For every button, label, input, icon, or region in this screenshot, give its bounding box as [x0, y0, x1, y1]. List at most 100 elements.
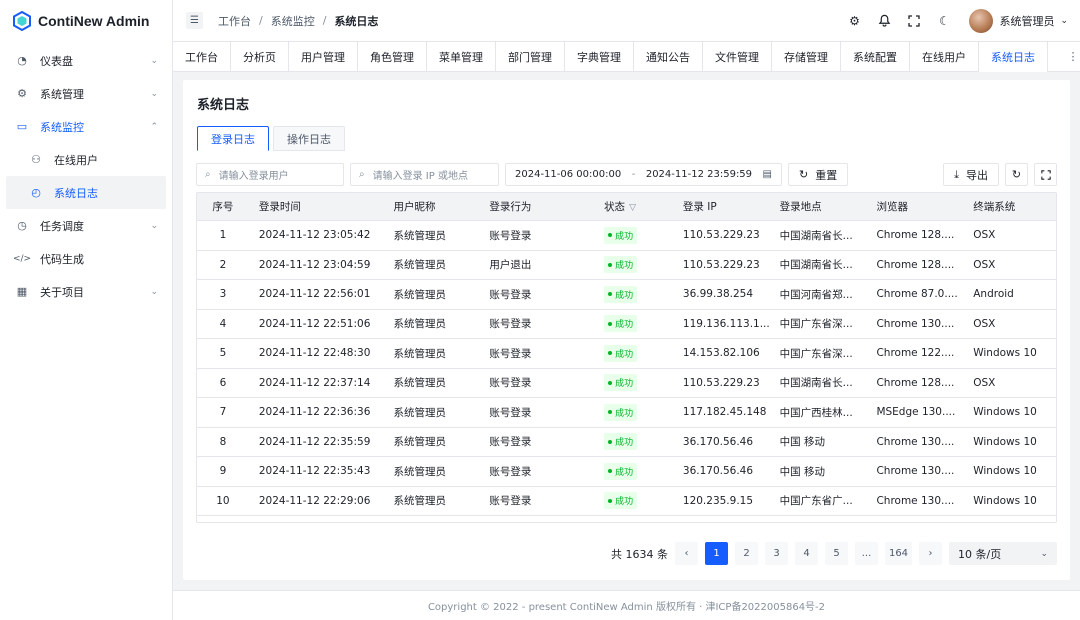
search-ip-input[interactable]: ⌕ 请输入登录 IP 或地点	[350, 163, 499, 186]
filter-toolbar: ⌕ 请输入登录用户 ⌕ 请输入登录 IP 或地点 2024-11-06 00:0…	[196, 163, 1057, 186]
tab-workbench[interactable]: 工作台	[173, 41, 231, 72]
column-header: 终端系统	[973, 201, 1016, 213]
history-icon: ◴	[31, 186, 41, 199]
table-row[interactable]: 10 2024-11-12 22:29:06 系统管理员 账号登录 成功 120.235.…	[197, 487, 1056, 516]
more-icon[interactable]: ⋮	[1066, 50, 1080, 63]
status-text: 成功	[615, 261, 634, 272]
page-button[interactable]: 3	[765, 542, 788, 565]
filter-icon[interactable]: ▽	[629, 203, 636, 213]
refresh-button[interactable]: ↻	[1005, 163, 1028, 186]
export-button[interactable]: ⤓ 导出	[943, 163, 999, 186]
tab-files[interactable]: 文件管理	[703, 41, 772, 72]
collapse-menu-button[interactable]: ☰	[186, 12, 203, 29]
tab-dictionary[interactable]: 字典管理	[565, 41, 634, 72]
top-header: ☰ 工作台 / 系统监控 / 系统日志 ⚙ ☾ 系统管理员 ⌄	[173, 0, 1080, 42]
pagination: 共 1634 条 ‹ 1 2 3 4 5 ... 164 › 10 条/页 ⌄	[611, 542, 1057, 565]
tab-menus[interactable]: 菜单管理	[427, 41, 496, 72]
table-cell: 成功	[594, 285, 673, 303]
tab-users[interactable]: 用户管理	[289, 41, 358, 72]
table-cell: 中国 移动	[779, 436, 826, 449]
sidebar-item-label: 任务调度	[40, 219, 84, 233]
fullscreen-icon[interactable]	[907, 14, 921, 28]
page-button[interactable]: 164	[885, 542, 912, 565]
page-title: 系统日志	[197, 98, 250, 113]
tab-login-log[interactable]: 登录日志	[197, 126, 269, 151]
breadcrumb-item[interactable]: 系统监控	[271, 13, 315, 29]
table-cell: 系统管理员	[393, 347, 447, 360]
table-row[interactable]: 4 2024-11-12 22:51:06 系统管理员 账号登录 成功 119.136.1…	[197, 310, 1056, 339]
table-cell: 账号登录	[489, 288, 532, 301]
tab-system-log[interactable]: 系统日志	[979, 41, 1048, 72]
fullscreen-button[interactable]	[1034, 163, 1057, 186]
table-row[interactable]: 9 2024-11-12 22:35:43 系统管理员 账号登录 成功 36.170.56…	[197, 457, 1056, 487]
sidebar-item-label: 系统监控	[40, 120, 84, 134]
tab-notices[interactable]: 通知公告	[634, 41, 703, 72]
page-button[interactable]: 5	[825, 542, 848, 565]
app-logo[interactable]: ContiNew Admin	[0, 0, 172, 42]
table-cell: 中国广西桂林...	[779, 406, 853, 419]
column-header: 登录 IP	[682, 201, 717, 213]
next-page-button[interactable]: ›	[919, 542, 942, 565]
range-end: 2024-11-12 23:59:59	[645, 169, 753, 180]
tab-operation-log[interactable]: 操作日志	[273, 126, 345, 151]
table-cell: 36.170.56.46	[682, 465, 754, 478]
search-user-input[interactable]: ⌕ 请输入登录用户	[196, 163, 344, 186]
tab-departments[interactable]: 部门管理	[496, 41, 565, 72]
page-button[interactable]: 4	[795, 542, 818, 565]
table-row[interactable]: 2 2024-11-12 23:04:59 系统管理员 用户退出 成功 110.53.22…	[197, 251, 1056, 280]
reset-button[interactable]: ↻ 重置	[788, 163, 849, 186]
table-row[interactable]: 5 2024-11-12 22:48:30 系统管理员 账号登录 成功 14.153.82…	[197, 339, 1056, 369]
page-button[interactable]: 2	[735, 542, 758, 565]
page-size-select[interactable]: 10 条/页 ⌄	[949, 542, 1057, 565]
table-row[interactable]: 7 2024-11-12 22:36:36 系统管理员 账号登录 成功 117.182.4…	[197, 398, 1056, 428]
sidebar-item-schedule[interactable]: ◷ 任务调度 ⌄	[0, 209, 172, 242]
table-cell: Windows 10	[973, 406, 1037, 419]
date-range-picker[interactable]: 2024-11-06 00:00:00 - 2024-11-12 23:59:5…	[505, 163, 782, 186]
table-row[interactable]: 1 2024-11-12 23:05:42 系统管理员 账号登录 成功 110.53.22…	[197, 221, 1056, 251]
table-cell: 成功	[594, 433, 673, 451]
tab-storage[interactable]: 存储管理	[772, 41, 841, 72]
page-ellipsis[interactable]: ...	[855, 542, 878, 565]
sidebar-item-monitor[interactable]: ▭ 系统监控 ⌃	[0, 110, 172, 143]
download-icon: ⤓	[954, 167, 959, 181]
dark-mode-icon[interactable]: ☾	[937, 14, 951, 28]
tab-config[interactable]: 系统配置	[841, 41, 910, 72]
chevron-down-icon: ⌄	[1040, 548, 1048, 559]
status-text: 成功	[615, 497, 634, 508]
column-header: 用户昵称	[393, 201, 436, 213]
sidebar-item-online-users[interactable]: ⚇ 在线用户	[0, 143, 172, 176]
table-cell: 账号登录	[489, 406, 532, 419]
breadcrumb-item[interactable]: 工作台	[218, 13, 251, 29]
table-cell: 120.235.9.15	[682, 494, 754, 507]
table-cell: Chrome 128....	[876, 258, 955, 271]
tab-online-users[interactable]: 在线用户	[910, 41, 979, 72]
table-row[interactable]: 3 2024-11-12 22:56:01 系统管理员 账号登录 成功 36.99.38.…	[197, 280, 1056, 310]
bell-icon[interactable]	[877, 14, 891, 28]
table-cell: 5	[219, 347, 227, 360]
table-cell: 36.99.38.254	[682, 288, 754, 301]
reset-label: 重置	[815, 168, 838, 182]
prev-page-button[interactable]: ‹	[675, 542, 698, 565]
gear-icon: ⚙	[17, 87, 27, 100]
table-row[interactable]: 6 2024-11-12 22:37:14 系统管理员 账号登录 成功 110.53.22…	[197, 369, 1056, 398]
footer: Copyright © 2022 - present ContiNew Admi…	[173, 590, 1080, 620]
tab-analysis[interactable]: 分析页	[231, 41, 289, 72]
sidebar-item-dashboard[interactable]: ◔ 仪表盘 ⌄	[0, 44, 172, 77]
column-header-status[interactable]: 状态 ▽	[594, 199, 673, 214]
table-row[interactable]: 8 2024-11-12 22:35:59 系统管理员 账号登录 成功 36.170.56…	[197, 428, 1056, 457]
user-menu[interactable]: 系统管理员 ⌄	[969, 8, 1068, 33]
status-dot-icon	[608, 410, 613, 415]
user-icon: ⚇	[31, 153, 41, 166]
sidebar-item-codegen[interactable]: </> 代码生成	[0, 242, 172, 275]
page-button[interactable]: 1	[705, 542, 728, 565]
sidebar-item-system-log[interactable]: ◴ 系统日志	[6, 176, 166, 209]
sidebar-item-system[interactable]: ⚙ 系统管理 ⌄	[0, 77, 172, 110]
table-cell: 成功	[594, 344, 673, 362]
breadcrumb: 工作台 / 系统监控 / 系统日志	[218, 13, 378, 29]
range-start: 2024-11-06 00:00:00	[515, 169, 622, 180]
sidebar-item-about[interactable]: ▦ 关于项目 ⌄	[0, 275, 172, 308]
table-cell: 7	[219, 406, 227, 419]
tab-roles[interactable]: 角色管理	[358, 41, 427, 72]
table-cell: 14.153.82.106	[682, 347, 760, 360]
settings-icon[interactable]: ⚙	[847, 14, 861, 28]
